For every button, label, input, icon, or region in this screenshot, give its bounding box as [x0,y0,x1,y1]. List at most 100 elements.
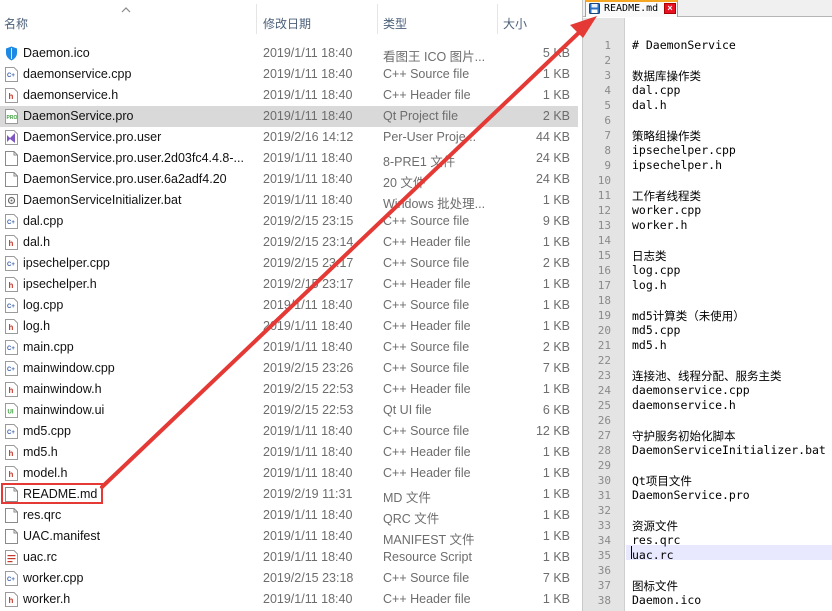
file-row[interactable]: C+ main.cpp 2019/1/11 18:40 C++ Source file… [0,337,578,358]
file-row[interactable]: Daemon.ico 2019/1/11 18:40 看图王 ICO 图片... 5 … [0,43,578,64]
code-line: 守护服务初始化脚本 [632,429,736,443]
code-line: res.qrc [632,533,681,547]
code-line: md5计算类（未使用） [632,309,745,323]
file-row[interactable]: PRO DaemonService.pro 2019/1/11 18:40 Qt Pr… [0,106,578,127]
sort-ascending-icon[interactable] [121,6,131,13]
column-header-type[interactable]: 类型 [383,15,407,32]
file-row[interactable]: h model.h 2019/1/11 18:40 C++ Header file 1 … [0,463,578,484]
file-modified-date: 2019/1/11 18:40 [263,340,353,354]
line-number: 26 [597,414,611,427]
file-size: 1 KB [542,235,570,249]
blank-file-icon [5,529,18,544]
file-row[interactable]: h mainwindow.h 2019/2/15 22:53 C++ Header f… [0,379,578,400]
header-file-icon: h [5,592,18,607]
line-number-gutter: 1 2 3 4 5 6 7 8 9 10 11 12 13 14 15 16 17 18 19 20 21 22 23 24 2… [583,18,625,611]
blank-file-icon [5,172,18,187]
file-row[interactable]: DaemonService.pro.user.2d03fc4.4.8-... 20… [0,148,578,169]
code-line: DaemonService.pro [632,488,750,502]
line-number: 23 [597,369,611,382]
file-row[interactable]: C+ dal.cpp 2019/2/15 23:15 C++ Source file 9… [0,211,578,232]
file-row[interactable]: DaemonServiceInitializer.bat 2019/1/11 18… [0,190,578,211]
file-row[interactable]: UAC.manifest 2019/1/11 18:40 MANIFEST 文件 1 … [0,526,578,547]
cpp-file-icon: C+ [5,214,18,229]
code-line: 连接池、线程分配、服务主类 [632,369,782,383]
header-file-icon: h [5,382,18,397]
code-line: daemonservice.cpp [632,383,750,397]
file-size: 1 KB [542,508,570,522]
floppy-disk-icon [589,3,600,14]
file-type: QRC 文件 [383,512,440,526]
qt-project-icon: PRO [5,109,18,124]
column-header-date[interactable]: 修改日期 [263,15,311,32]
column-divider[interactable] [497,4,498,34]
file-modified-date: 2019/1/11 18:40 [263,445,353,459]
file-row[interactable]: C+ mainwindow.cpp 2019/2/15 23:26 C++ Sourc… [0,358,578,379]
file-name: main.cpp [23,340,74,354]
file-type: MANIFEST 文件 [383,533,475,547]
file-size: 1 KB [542,277,570,291]
file-row[interactable]: h daemonservice.h 2019/1/11 18:40 C++ Heade… [0,85,578,106]
file-modified-date: 2019/2/15 22:53 [263,382,354,396]
file-row[interactable]: h worker.h 2019/1/11 18:40 C++ Header file 1… [0,589,578,610]
file-name: dal.cpp [23,214,64,228]
file-name: md5.h [23,445,58,459]
file-row[interactable]: h md5.h 2019/1/11 18:40 C++ Header file 1 KB [0,442,578,463]
text-editor-window: README.md × 1 2 3 4 5 6 7 8 9 10 11 12 13 14 15 16 17 18 1… [582,0,832,611]
file-name: mainwindow.ui [23,403,105,417]
file-row[interactable]: h log.h 2019/1/11 18:40 C++ Header file 1 KB [0,316,578,337]
file-name: uac.rc [23,550,58,564]
column-divider[interactable] [377,4,378,34]
line-number: 34 [597,534,611,547]
file-modified-date: 2019/2/15 22:53 [263,403,354,417]
editor-tab-bar: README.md × [583,0,832,17]
file-row[interactable]: DaemonService.pro.user 2019/2/16 14:12 Per… [0,127,578,148]
file-name: log.h [23,319,51,333]
code-line: log.cpp [632,263,681,277]
cpp-file-icon: C+ [5,340,18,355]
file-name: DaemonService.pro.user.6a2adf4.20 [23,172,227,186]
column-divider[interactable] [256,4,257,34]
svg-text:C+: C+ [7,346,15,352]
file-size: 9 KB [542,214,570,228]
svg-text:C+: C+ [7,262,15,268]
file-name: mainwindow.h [23,382,102,396]
file-size: 1 KB [542,382,570,396]
file-modified-date: 2019/1/11 18:40 [263,466,353,480]
line-number: 6 [604,114,611,127]
column-header-size[interactable]: 大小 [503,15,527,32]
file-row[interactable]: res.qrc 2019/1/11 18:40 QRC 文件 1 KB [0,505,578,526]
close-tab-icon[interactable]: × [664,3,676,14]
line-number: 17 [597,279,611,292]
svg-text:UI: UI [8,410,14,416]
code-line: 策略组操作类 [632,129,701,143]
cpp-file-icon: C+ [5,424,18,439]
line-number: 19 [597,309,611,322]
file-row[interactable]: C+ daemonservice.cpp 2019/1/11 18:40 C++ So… [0,64,578,85]
file-row[interactable]: UI mainwindow.ui 2019/2/15 22:53 Qt UI file… [0,400,578,421]
file-row[interactable]: h ipsechelper.h 2019/2/15 23:17 C++ Header … [0,274,578,295]
cpp-file-icon: C+ [5,67,18,82]
file-row[interactable]: C+ log.cpp 2019/1/11 18:40 C++ Source file 1… [0,295,578,316]
file-type: 20 文件 [383,176,426,190]
file-size: 2 KB [542,109,570,123]
code-line: 工作者线程类 [632,189,701,203]
editor-tab-readme[interactable]: README.md × [585,0,678,17]
file-modified-date: 2019/2/15 23:26 [263,361,354,375]
svg-text:C+: C+ [7,367,15,373]
file-name: DaemonServiceInitializer.bat [23,193,182,207]
svg-text:h: h [9,92,14,101]
file-row[interactable]: uac.rc 2019/1/11 18:40 Resource Script 1 KB [0,547,578,568]
file-name: worker.h [23,592,71,606]
cpp-file-icon: C+ [5,298,18,313]
file-row[interactable]: C+ md5.cpp 2019/1/11 18:40 C++ Source file 1… [0,421,578,442]
line-number: 10 [597,174,611,187]
file-row[interactable]: C+ ipsechelper.cpp 2019/2/15 23:17 C++ Sour… [0,253,578,274]
file-row[interactable]: C+ worker.cpp 2019/2/15 23:18 C++ Source fi… [0,568,578,589]
file-modified-date: 2019/1/11 18:40 [263,550,353,564]
column-header-name[interactable]: 名称 [4,15,28,32]
ui-file-icon: UI [5,403,18,418]
file-row[interactable]: DaemonService.pro.user.6a2adf4.20 2019/1/… [0,169,578,190]
code-line: 图标文件 [632,579,678,593]
code-line: # DaemonService [632,38,736,52]
file-row[interactable]: h dal.h 2019/2/15 23:14 C++ Header file 1 KB [0,232,578,253]
